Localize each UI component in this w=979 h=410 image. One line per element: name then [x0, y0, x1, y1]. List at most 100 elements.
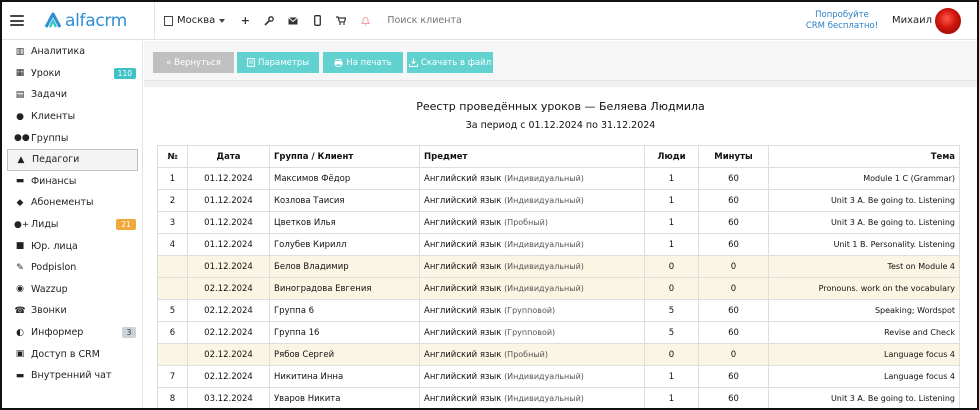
sidebar-item[interactable]: ▬ Внутренний чат — [2, 365, 142, 387]
col-people[interactable]: Люди — [644, 145, 699, 168]
promo-link[interactable]: Попробуйте CRM бесплатно! — [797, 10, 887, 32]
cell-people-text: 1 — [668, 217, 675, 228]
cell-minutes-text: 60 — [728, 305, 739, 316]
cell-topic-text: Module 1 C (Grammar) — [863, 173, 955, 183]
cell-topic-text: Pronouns. work on the vocabulary — [818, 283, 955, 293]
sidebar-item[interactable]: ▣ Доступ в CRM — [2, 343, 142, 365]
cell-date: 02.12.2024 — [187, 277, 270, 300]
cell-topic: Unit 3 A. Be going to. Listening — [768, 211, 960, 234]
cell-minutes-text: 60 — [728, 371, 739, 382]
cell-topic: Language focus 4 — [768, 365, 960, 388]
sidebar-item[interactable]: ▤ Задачи — [2, 84, 142, 106]
cell-date: 01.12.2024 — [187, 189, 270, 212]
cell-date-text: 02.12.2024 — [204, 305, 253, 316]
sidebar-item[interactable]: ● Клиенты — [2, 106, 142, 128]
cell-people: 5 — [644, 299, 699, 322]
sidebar-item[interactable]: ✎ Podpislon — [2, 257, 142, 279]
cell-people-text: 1 — [668, 173, 675, 184]
table-row[interactable]: 8 03.12.2024 Уваров Никита Английский язык … — [157, 387, 960, 408]
sidebar-item[interactable]: ▲ Педагоги — [7, 148, 138, 171]
download-label: Скачать в файл — [420, 57, 492, 68]
cell-client: Группа 16 — [269, 321, 420, 344]
sidebar-item-label: Группы — [31, 132, 69, 144]
subject-name: Английский язык — [424, 261, 502, 272]
user-icon: ● — [16, 111, 24, 122]
table-row[interactable]: 6 02.12.2024 Группа 16 Английский язык (Гру… — [157, 321, 960, 344]
cell-people: 1 — [644, 189, 699, 212]
cell-number: 8 — [157, 387, 188, 408]
cell-subject: Английский язык (Индивидуальный) — [419, 167, 645, 190]
bell-icon[interactable] — [353, 2, 377, 40]
table-row[interactable]: 02.12.2024 Виноградова Евгения Английский … — [157, 277, 960, 300]
col-minutes[interactable]: Минуты — [698, 145, 769, 168]
sidebar-item[interactable]: ▦ Уроки 110 — [2, 63, 142, 85]
cell-client: Максимов Фёдор — [269, 167, 420, 190]
table-row[interactable]: 2 01.12.2024 Козлова Таисия Английский язык… — [157, 189, 960, 212]
sidebar-item[interactable]: ■ Юр. лица — [2, 235, 142, 257]
sidebar-item-label: Информер — [31, 327, 84, 339]
cell-client: Козлова Таисия — [269, 189, 420, 212]
subject-name: Английский язык — [424, 305, 502, 316]
sidebar-item[interactable]: ●● Группы — [2, 127, 142, 149]
user-name[interactable]: Михаил — [892, 15, 932, 26]
table-row[interactable]: 5 02.12.2024 Группа 6 Английский язык (Груп… — [157, 299, 960, 322]
top-bar: alfacrm Москва + Попробуйте CRM бесплатн… — [2, 2, 977, 40]
table-row[interactable]: 01.12.2024 Белов Владимир Английский язык … — [157, 255, 960, 278]
cell-people-text: 5 — [668, 305, 675, 316]
cell-date: 02.12.2024 — [187, 365, 270, 388]
sidebar-item[interactable]: ▥ Аналитика — [2, 41, 142, 63]
table-row[interactable]: 1 01.12.2024 Максимов Фёдор Английский язык… — [157, 167, 960, 190]
col-topic[interactable]: Тема — [768, 145, 960, 168]
logo[interactable]: alfacrm — [44, 11, 154, 31]
wrench-icon[interactable] — [257, 2, 281, 40]
table-row[interactable]: 4 01.12.2024 Голубев Кирилл Английский язык… — [157, 233, 960, 256]
mail-icon[interactable] — [281, 2, 305, 40]
city-select[interactable]: Москва — [155, 2, 233, 40]
menu-icon[interactable] — [10, 15, 24, 26]
whatsapp-icon: ◉ — [16, 284, 24, 295]
cell-date-text: 03.12.2024 — [204, 393, 253, 404]
sidebar-item-label: Абонементы — [31, 197, 94, 209]
table-row[interactable]: 3 01.12.2024 Цветков Илья Английский язык (… — [157, 211, 960, 234]
table-row[interactable]: 02.12.2024 Рябов Сергей Английский язык (П… — [157, 343, 960, 366]
cell-client-text: Группа 6 — [274, 305, 315, 316]
sidebar-item[interactable]: ●+ Лиды 21 — [2, 214, 142, 236]
col-date[interactable]: Дата — [187, 145, 270, 168]
cell-topic: Language focus 4 — [768, 343, 960, 366]
sidebar-item[interactable]: ◆ Абонементы — [2, 192, 142, 214]
sidebar-item-label: Юр. лица — [31, 240, 78, 252]
back-button[interactable]: « Вернуться — [153, 52, 234, 73]
cell-client-text: Уваров Никита — [274, 393, 341, 404]
cell-subject: Английский язык (Индивидуальный) — [419, 189, 645, 212]
cell-topic: Unit 3 A. Be going to. Listening — [768, 189, 960, 212]
col-group-client[interactable]: Группа / Клиент — [269, 145, 420, 168]
col-subject[interactable]: Предмет — [419, 145, 645, 168]
subject-name: Английский язык — [424, 349, 502, 360]
mobile-icon[interactable] — [305, 2, 329, 40]
cell-topic: Speaking; Wordspot — [768, 299, 960, 322]
print-button[interactable]: На печать — [323, 52, 403, 73]
sidebar-item[interactable]: ◉ Wazzup — [2, 279, 142, 301]
client-search-input[interactable] — [387, 15, 738, 26]
cell-number: 1 — [157, 167, 188, 190]
table-row[interactable]: 7 02.12.2024 Никитина Инна Английский язык … — [157, 365, 960, 388]
add-icon[interactable]: + — [233, 2, 257, 40]
bell-icon: ◐ — [16, 327, 24, 338]
sidebar-item[interactable]: ▬ Финансы — [2, 171, 142, 193]
alfacrm-logo-icon — [44, 12, 62, 28]
money-icon: ▬ — [15, 176, 25, 187]
parameters-button[interactable]: Параметры — [237, 52, 319, 73]
cell-date: 01.12.2024 — [187, 211, 270, 234]
cart-icon[interactable] — [329, 2, 353, 40]
col-number[interactable]: № — [157, 145, 188, 168]
cell-topic-text: Unit 3 A. Be going to. Listening — [830, 217, 955, 227]
lessons-table: № Дата Группа / Клиент Предмет Люди Мину… — [157, 145, 960, 408]
building-icon — [164, 15, 173, 26]
sidebar-item[interactable]: ◐ Информер 3 — [2, 322, 142, 344]
sidebar-item[interactable]: ☎ Звонки — [2, 300, 142, 322]
avatar[interactable] — [935, 8, 961, 34]
sidebar-item-label: Клиенты — [31, 111, 76, 123]
cell-subject: Английский язык (Индивидуальный) — [419, 277, 645, 300]
cell-people-text: 1 — [668, 371, 675, 382]
download-button[interactable]: Скачать в файл — [407, 52, 493, 73]
